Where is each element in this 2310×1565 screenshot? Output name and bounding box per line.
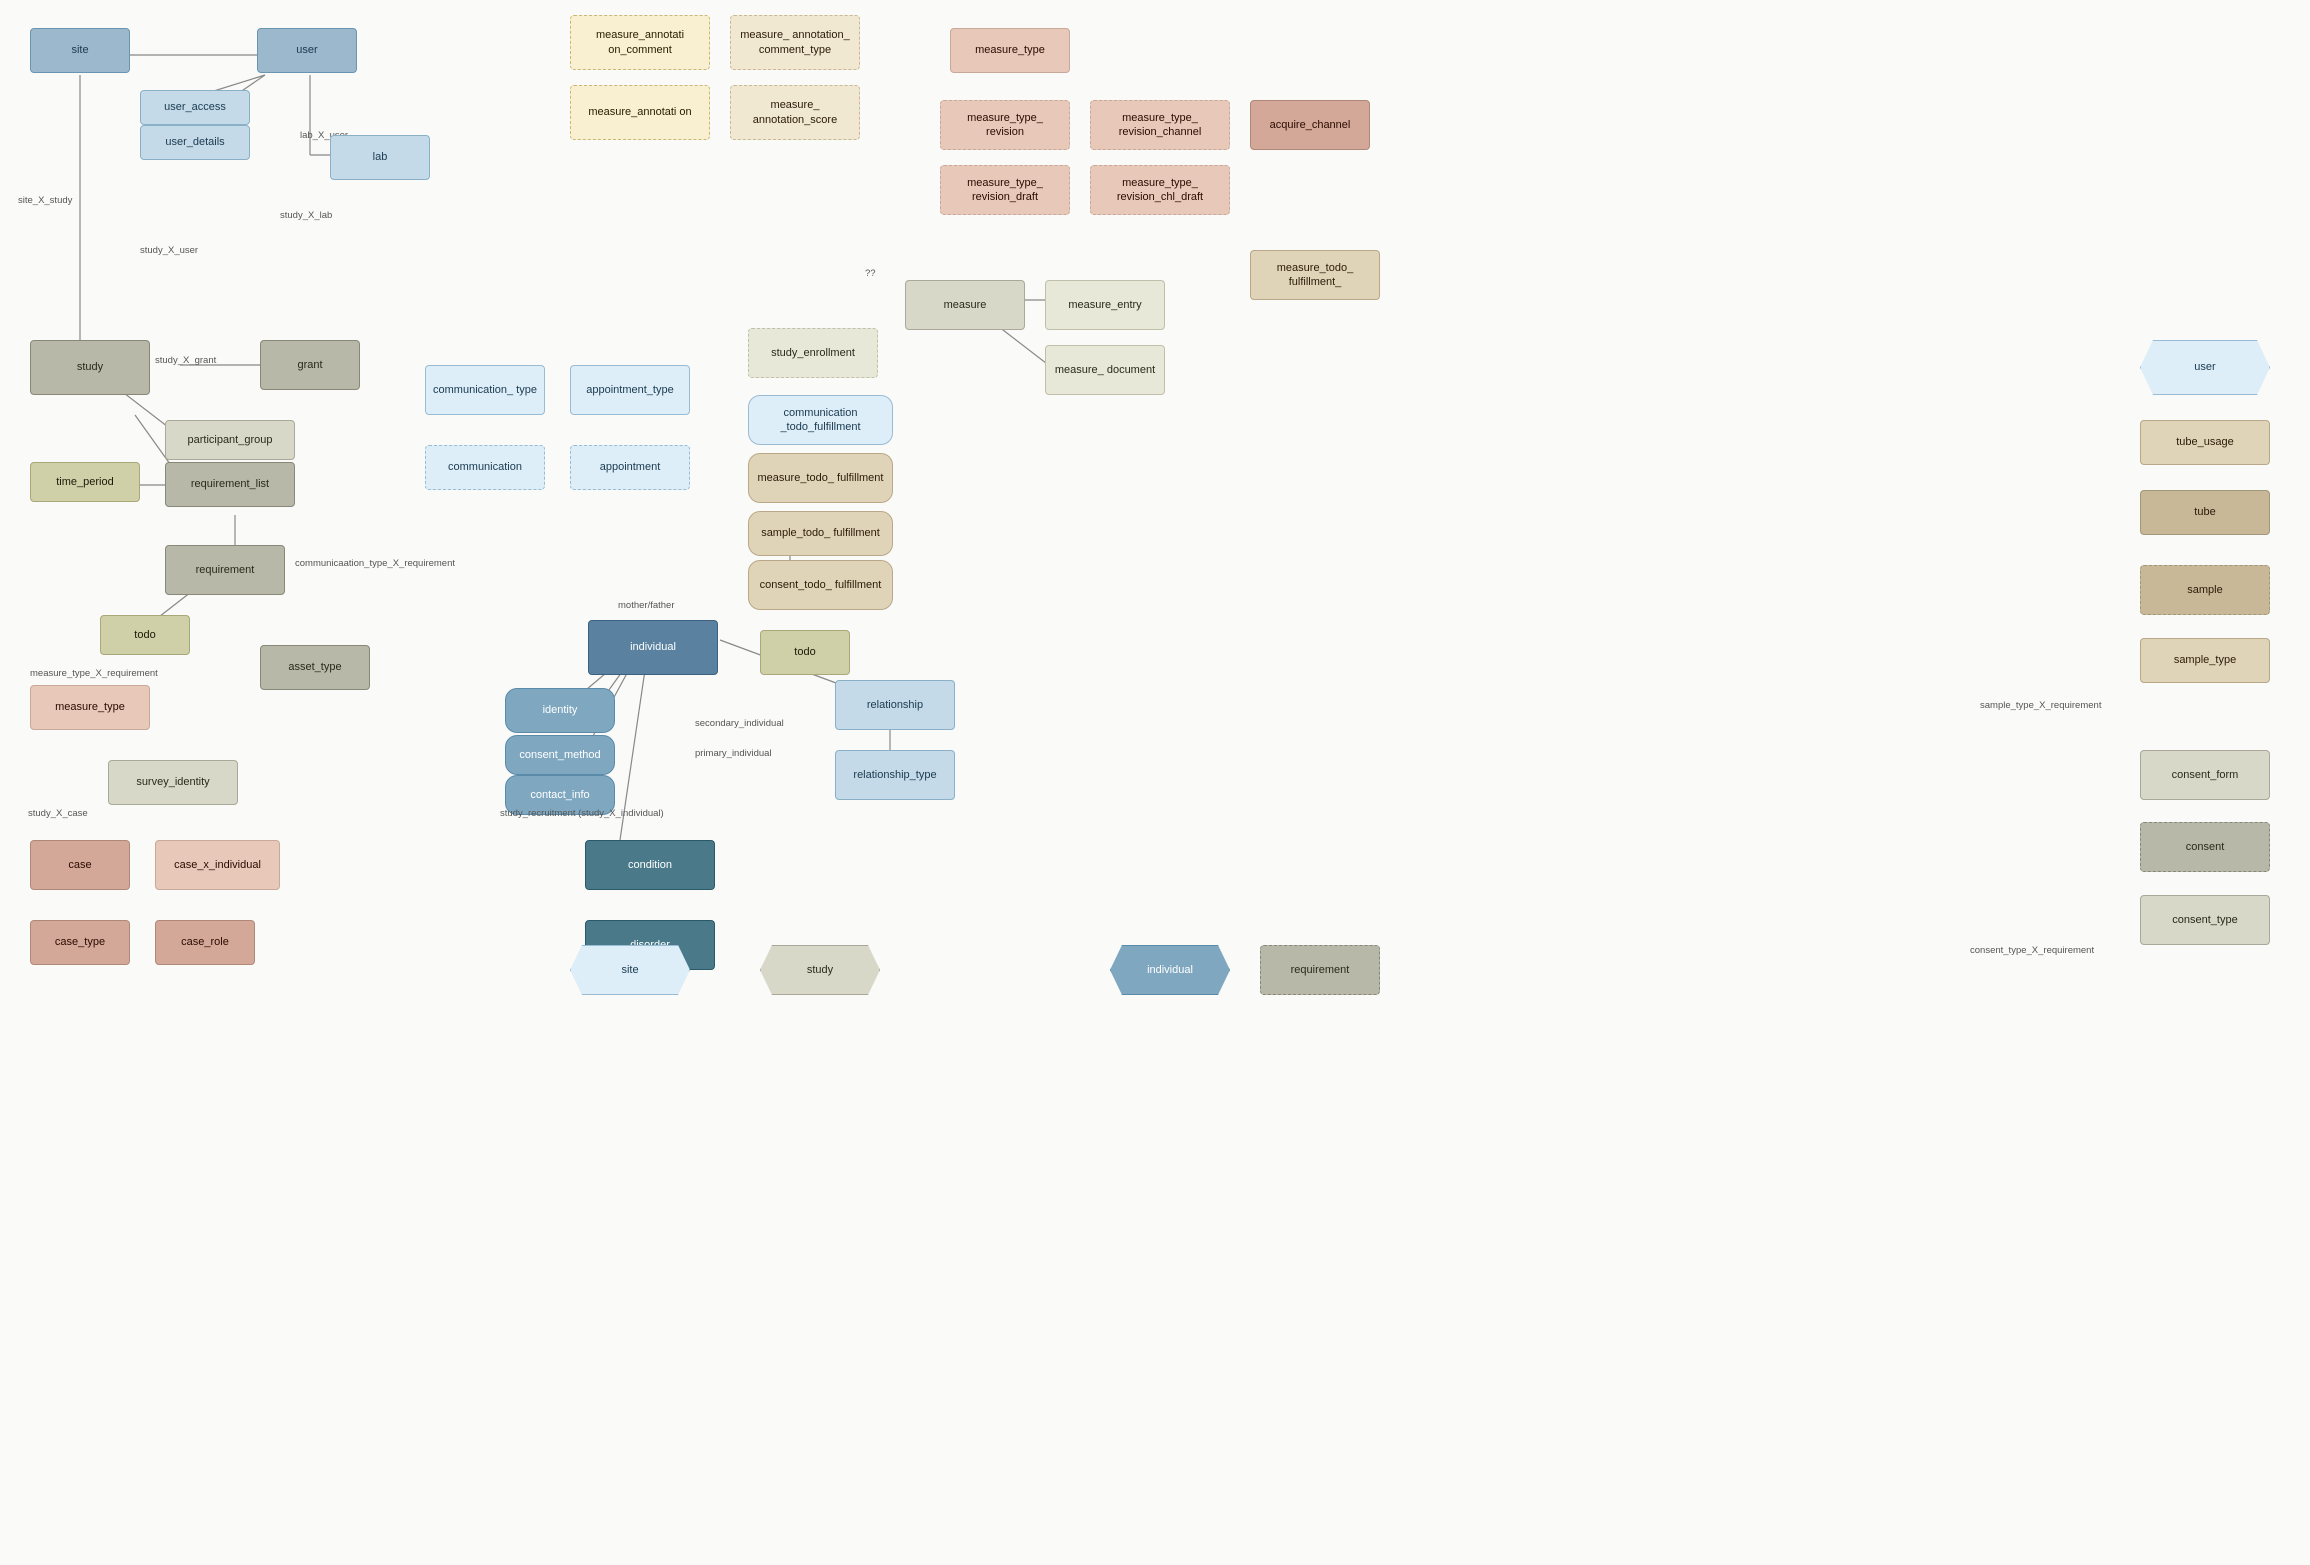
node-participant-group: participant_group xyxy=(165,420,295,460)
node-sample-todo-fulfillment: sample_todo_ fulfillment xyxy=(748,511,893,556)
node-appointment-type: appointment_type xyxy=(570,365,690,415)
node-consent: consent xyxy=(2140,822,2270,872)
node-lab: lab xyxy=(330,135,430,180)
label-sample-type-x-requirement: sample_type_X_requirement xyxy=(1980,700,2101,711)
node-case: case xyxy=(30,840,130,890)
label-measure-type-x-requirement: measure_type_X_requirement xyxy=(30,668,158,679)
label-communication-type-x-requirement: communicaation_type_X_requirement xyxy=(295,558,455,569)
label-question-marks: ?? xyxy=(865,268,876,279)
node-acquire-channel: acquire_channel xyxy=(1250,100,1370,150)
node-consent-method: consent_method xyxy=(505,735,615,775)
node-communication: communication xyxy=(425,445,545,490)
node-measure-type-revision: measure_type_ revision xyxy=(940,100,1070,150)
node-identity: identity xyxy=(505,688,615,733)
node-measure-document: measure_ document xyxy=(1045,345,1165,395)
label-site-x-study: site_X_study xyxy=(18,195,72,206)
node-case-type: case_type xyxy=(30,920,130,965)
node-case-x-individual: case_x_individual xyxy=(155,840,280,890)
node-sample: sample xyxy=(2140,565,2270,615)
label-study-x-case: study_X_case xyxy=(28,808,88,819)
node-site: site xyxy=(30,28,130,73)
node-measure-todo-fulfillment-top: measure_todo_ fulfillment_ xyxy=(1250,250,1380,300)
node-sample-type: sample_type xyxy=(2140,638,2270,683)
node-measure-type-revision-chl-draft: measure_type_ revision_chl_draft xyxy=(1090,165,1230,215)
node-consent-form: consent_form xyxy=(2140,750,2270,800)
node-tube: tube xyxy=(2140,490,2270,535)
node-measure-type-top: measure_type xyxy=(950,28,1070,73)
node-asset-type: asset_type xyxy=(260,645,370,690)
node-individual-legend: individual xyxy=(1110,945,1230,995)
label-study-x-lab: study_X_lab xyxy=(280,210,332,221)
node-measure-annotation-comment-type: measure_ annotation_ comment_type xyxy=(730,15,860,70)
node-appointment: appointment xyxy=(570,445,690,490)
node-relationship-type: relationship_type xyxy=(835,750,955,800)
node-user-right: user xyxy=(2140,340,2270,395)
node-study-enrollment: study_enrollment xyxy=(748,328,878,378)
node-individual: individual xyxy=(588,620,718,675)
node-measure-todo-fulfillment-center: measure_todo_ fulfillment xyxy=(748,453,893,503)
node-user-details: user_details xyxy=(140,125,250,160)
node-todo-center: todo xyxy=(760,630,850,675)
node-user-access: user_access xyxy=(140,90,250,125)
node-communication-type: communication_ type xyxy=(425,365,545,415)
label-consent-type-x-requirement: consent_type_X_requirement xyxy=(1970,945,2094,956)
node-study: study xyxy=(30,340,150,395)
node-contact-info: contact_info xyxy=(505,775,615,815)
node-user-top: user xyxy=(257,28,357,73)
node-requirement-legend: requirement xyxy=(1260,945,1380,995)
node-consent-type: consent_type xyxy=(2140,895,2270,945)
node-relationship: relationship xyxy=(835,680,955,730)
label-secondary-individual: secondary_individual xyxy=(695,718,784,729)
node-site-legend: site xyxy=(570,945,690,995)
node-measure-annotation-comment: measure_annotati on_comment xyxy=(570,15,710,70)
node-measure-annotation: measure_annotati on xyxy=(570,85,710,140)
label-mother-father: mother/father xyxy=(618,600,675,611)
node-case-role: case_role xyxy=(155,920,255,965)
node-requirement: requirement xyxy=(165,545,285,595)
node-tube-usage: tube_usage xyxy=(2140,420,2270,465)
node-measure-entry: measure_entry xyxy=(1045,280,1165,330)
node-measure-annotation-score: measure_ annotation_score xyxy=(730,85,860,140)
label-study-x-user: study_X_user xyxy=(140,245,198,256)
label-primary-individual: primary_individual xyxy=(695,748,772,759)
node-measure-type-left: measure_type xyxy=(30,685,150,730)
label-study-x-grant: study_X_grant xyxy=(155,355,216,366)
node-requirement-list: requirement_list xyxy=(165,462,295,507)
node-condition: condition xyxy=(585,840,715,890)
node-communication-todo-fulfillment: communication _todo_fulfillment xyxy=(748,395,893,445)
node-time-period: time_period xyxy=(30,462,140,502)
node-todo-left: todo xyxy=(100,615,190,655)
node-survey-identity: survey_identity xyxy=(108,760,238,805)
node-measure-type-revision-channel: measure_type_ revision_channel xyxy=(1090,100,1230,150)
node-consent-todo-fulfillment: consent_todo_ fulfillment xyxy=(748,560,893,610)
node-grant: grant xyxy=(260,340,360,390)
node-study-legend: study xyxy=(760,945,880,995)
node-measure: measure xyxy=(905,280,1025,330)
node-measure-type-revision-draft: measure_type_ revision_draft xyxy=(940,165,1070,215)
